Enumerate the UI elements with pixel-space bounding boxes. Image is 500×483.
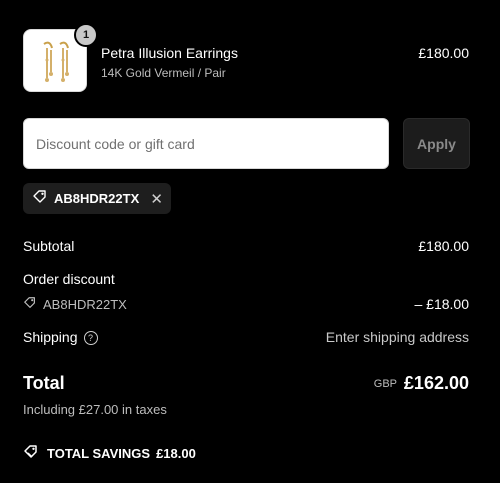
total-label: Total xyxy=(23,373,65,393)
tag-icon xyxy=(32,189,48,208)
tag-icon xyxy=(23,296,37,313)
tax-note: Including £27.00 in taxes xyxy=(23,402,167,417)
remove-discount-icon[interactable]: ✕ xyxy=(150,190,163,208)
product-name: Petra Illusion Earrings xyxy=(101,45,238,61)
applied-discount-chip: AB8HDR22TX ✕ xyxy=(23,183,171,214)
product-variant: 14K Gold Vermeil / Pair xyxy=(101,66,226,80)
subtotal-label: Subtotal xyxy=(23,238,75,254)
order-discount-value: – £18.00 xyxy=(414,296,470,312)
discount-code-input[interactable] xyxy=(23,118,389,169)
apply-button[interactable]: Apply xyxy=(403,118,470,169)
total-value: £162.00 xyxy=(403,373,469,393)
savings-label: TOTAL SAVINGS xyxy=(47,446,151,461)
order-discount-code: AB8HDR22TX xyxy=(23,296,127,313)
help-icon[interactable]: ? xyxy=(83,331,98,346)
product-price: £180.00 xyxy=(418,45,469,61)
quantity-badge: 1 xyxy=(74,23,98,47)
subtotal-value: £180.00 xyxy=(418,238,469,254)
shipping-label-row: Shipping? xyxy=(23,329,98,346)
shipping-value: Enter shipping address xyxy=(325,329,469,345)
order-discount-code-text: AB8HDR22TX xyxy=(43,297,127,312)
total-savings: TOTAL SAVINGS £18.00 xyxy=(23,444,196,463)
tag-icon xyxy=(23,444,41,463)
applied-discount-code: AB8HDR22TX xyxy=(54,191,140,206)
shipping-label: Shipping xyxy=(23,329,78,345)
currency-code: GBP xyxy=(373,378,397,390)
savings-value: £18.00 xyxy=(156,446,196,461)
order-discount-label: Order discount xyxy=(23,271,115,287)
